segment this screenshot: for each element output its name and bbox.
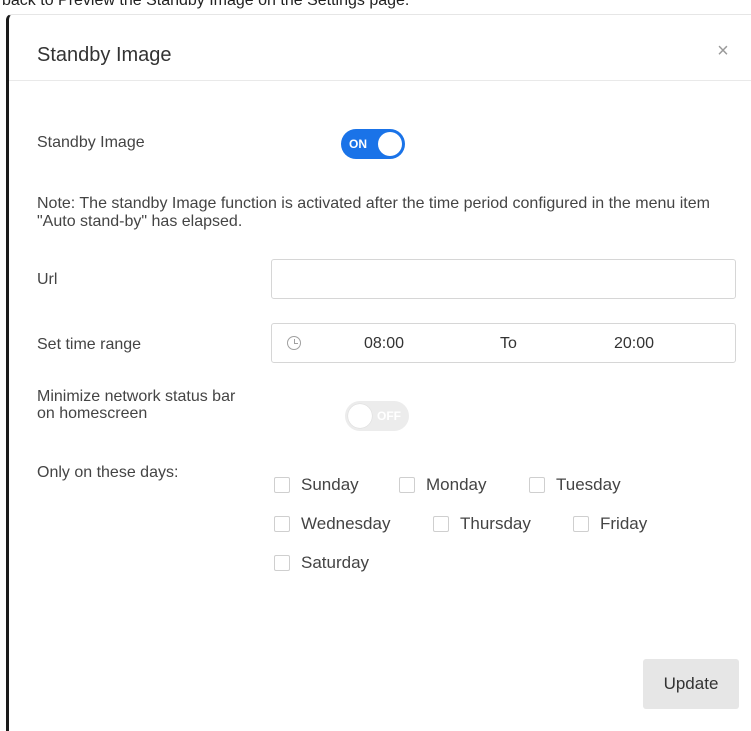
day-label: Tuesday [556,475,621,494]
standby-image-toggle[interactable]: ON [341,129,405,159]
toggle-knob [378,132,402,156]
minimize-status-bar-label: Minimize network status bar on homescree… [37,388,235,422]
toggle-state-text: OFF [377,409,401,423]
toggle-knob [348,404,372,428]
standby-image-label: Standby Image [37,134,145,151]
checkbox[interactable] [433,516,449,532]
url-input[interactable] [271,259,736,299]
day-label: Saturday [301,553,370,572]
days-label: Only on these days: [37,464,179,481]
checkbox[interactable] [274,477,290,493]
minimize-status-bar-label-line2: on homescreen [37,405,148,422]
minimize-status-bar-toggle[interactable]: OFF [345,401,409,431]
time-range-separator: To [500,335,517,352]
close-icon[interactable]: × [713,41,733,61]
dialog-title: Standby Image [37,44,172,66]
day-label: Thursday [460,514,531,533]
checkbox[interactable] [529,477,545,493]
day-label: Wednesday [301,514,391,533]
update-button[interactable]: Update [643,659,739,709]
checkbox[interactable] [399,477,415,493]
time-range-label: Set time range [37,336,142,353]
day-label: Monday [426,475,487,494]
day-label: Sunday [301,475,359,494]
end-time[interactable]: 20:00 [614,334,654,354]
page: back to Preview the Standby Image on the… [0,0,751,731]
background-caption: back to Preview the Standby Image on the… [2,0,410,9]
day-label: Friday [600,514,648,533]
toggle-state-text: ON [349,137,367,151]
standby-note: Note: The standby Image function is acti… [37,195,710,230]
checkbox[interactable] [573,516,589,532]
clock-icon [287,336,301,350]
standby-image-dialog: Standby Image × Standby Image ON Note: T… [6,14,751,731]
start-time[interactable]: 08:00 [364,334,404,354]
checkbox[interactable] [274,516,290,532]
minimize-status-bar-label-line1: Minimize network status bar [37,388,236,405]
url-label: Url [37,271,58,288]
time-range-picker[interactable]: 08:00 To 20:00 [271,323,736,363]
dialog-header: Standby Image × [9,15,751,81]
checkbox[interactable] [274,555,290,571]
